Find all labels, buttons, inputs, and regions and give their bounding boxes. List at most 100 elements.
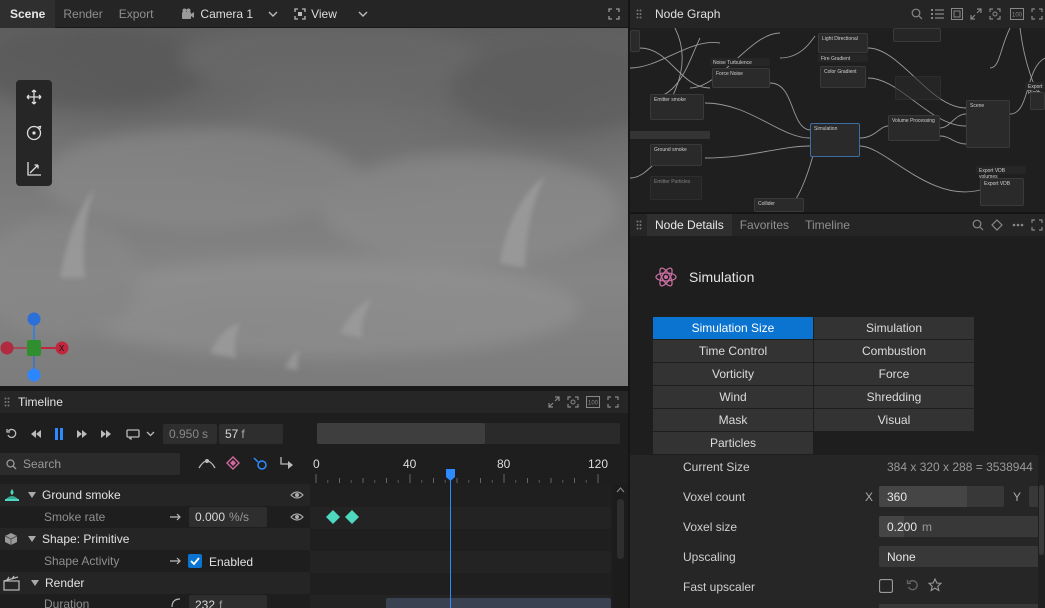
track-scrollbar[interactable] [613,485,628,608]
next-field[interactable] [879,604,1045,608]
star-icon[interactable] [928,578,942,592]
track-ground-smoke[interactable]: Ground smoke [0,484,310,506]
node-graph-canvas[interactable]: Light Directional Fire Gradient Color Gr… [630,28,1045,212]
node-fire-gradient[interactable]: Fire Gradient [818,54,868,62]
node-ground-smoke[interactable]: Ground smoke [650,144,702,166]
section-combustion[interactable]: Combustion [814,340,974,362]
track-search-field[interactable]: Search [0,453,180,475]
drag-handle-icon[interactable] [636,9,642,19]
node-collider[interactable]: Collider [754,198,804,212]
fit-icon[interactable] [970,8,982,20]
node-force-noise[interactable]: Force Noise [712,68,770,88]
track-shape-activity[interactable]: Shape Activity Enabled [0,550,310,572]
keyframe-icon[interactable] [226,456,240,470]
move-icon[interactable] [26,89,42,105]
timeline-scrollbar[interactable] [317,423,620,444]
maximize-icon[interactable] [608,8,620,20]
node-color-gradient[interactable]: Color Gradient [820,66,866,88]
duration-bar[interactable] [386,598,611,608]
tab-scene[interactable]: Scene [0,0,56,28]
search-icon[interactable] [911,8,923,20]
reset-icon[interactable] [906,579,919,592]
node-export-vdb[interactable]: Export VDB [980,178,1024,206]
section-time-control[interactable]: Time Control [653,340,813,362]
voxel-size-field[interactable]: 0.200 m [879,516,1045,537]
section-simulation-size[interactable]: Simulation Size [653,317,813,339]
eye-icon[interactable] [290,490,304,500]
checkbox-checked[interactable] [188,554,202,568]
collapse-triangle-icon[interactable] [28,536,36,542]
pause-icon[interactable] [54,428,64,440]
more-icon[interactable] [1012,223,1024,227]
node-stub[interactable] [893,28,941,42]
section-simulation[interactable]: Simulation [814,317,974,339]
reset-icon[interactable] [6,428,18,440]
timeline-scroll-thumb[interactable] [317,423,485,444]
section-force[interactable]: Force [814,363,974,385]
playhead-handle[interactable] [445,468,456,482]
drag-handle-icon[interactable] [636,220,642,230]
view-menu[interactable]: View [288,0,374,28]
section-particles[interactable]: Particles [653,432,813,454]
section-shredding[interactable]: Shredding [814,386,974,408]
maximize-icon[interactable] [1031,8,1043,20]
duration-field[interactable]: 232 f [189,595,267,608]
tab-node-details[interactable]: Node Details [647,214,732,236]
node-export-playback[interactable]: Export Playb [1025,82,1045,96]
track-smoke-rate[interactable]: Smoke rate 0.000 %/s [0,506,310,528]
fast-upscaler-checkbox[interactable] [879,579,893,593]
node-emitter-smoke[interactable]: Emitter smoke [650,94,704,120]
collapse-triangle-icon[interactable] [31,580,39,586]
axis-gizmo[interactable]: X [0,310,74,382]
properties-scrollbar[interactable] [1038,455,1045,608]
link-icon[interactable] [252,456,268,470]
loop-icon[interactable] [126,428,142,440]
step-forward-icon[interactable] [76,429,88,439]
track-shape-primitive[interactable]: Shape: Primitive [0,528,310,550]
zoom-frame-icon[interactable] [989,8,1001,20]
node-light-directional[interactable]: Light Directional [818,33,868,53]
node-emitter-particles[interactable]: Emitter Particles [650,176,702,200]
node-volume-processing[interactable]: Volume Processing [888,115,940,141]
scroll-thumb[interactable] [617,499,624,559]
node-stub[interactable] [895,76,941,100]
section-visual[interactable]: Visual [814,409,974,431]
smoke-rate-field[interactable]: 0.000 %/s [189,507,267,527]
zoom-100-icon[interactable]: 100 [1010,8,1024,20]
voxel-count-x-field[interactable]: 360 [879,486,1004,507]
collapse-triangle-icon[interactable] [28,492,36,498]
keyframe[interactable] [326,510,340,524]
track-duration[interactable]: Duration 232 f [0,594,310,608]
section-mask[interactable]: Mask [653,409,813,431]
step-back-icon[interactable] [30,429,42,439]
snap-icon[interactable] [279,456,295,470]
curve-editor-icon[interactable] [198,456,216,470]
zoom-frame-icon[interactable] [567,396,579,408]
tab-favorites[interactable]: Favorites [732,214,797,236]
track-area[interactable] [310,485,611,608]
node-scene[interactable]: Scene [966,100,1010,148]
node-export-vdb-volumes[interactable]: Export VDB volumes [976,166,1026,180]
upscaling-select[interactable]: None [879,546,1045,567]
keyframes[interactable] [325,509,361,525]
node-stub[interactable] [1030,92,1045,110]
eye-icon[interactable] [290,512,304,522]
section-vorticity[interactable]: Vorticity [653,363,813,385]
maximize-icon[interactable] [1031,219,1043,231]
tab-export[interactable]: Export [111,0,162,28]
time-seconds-field[interactable]: 0.950 s [163,424,217,444]
diamond-icon[interactable] [991,219,1003,231]
timeline-ruler[interactable] [310,453,611,483]
section-wind[interactable]: Wind [653,386,813,408]
fit-icon[interactable] [548,396,560,408]
chevron-down-icon[interactable] [146,431,155,437]
track-render[interactable]: Render [0,572,310,594]
keyframe[interactable] [345,510,359,524]
node-stub[interactable] [630,30,640,52]
node-noise-turbulence[interactable]: Noise Turbulence [710,58,770,66]
layout-icon[interactable] [951,8,963,20]
zoom-100-icon[interactable]: 100 [586,396,600,408]
scroll-thumb[interactable] [1039,485,1044,555]
drag-handle-icon[interactable] [4,397,10,407]
list-icon[interactable] [931,8,944,20]
